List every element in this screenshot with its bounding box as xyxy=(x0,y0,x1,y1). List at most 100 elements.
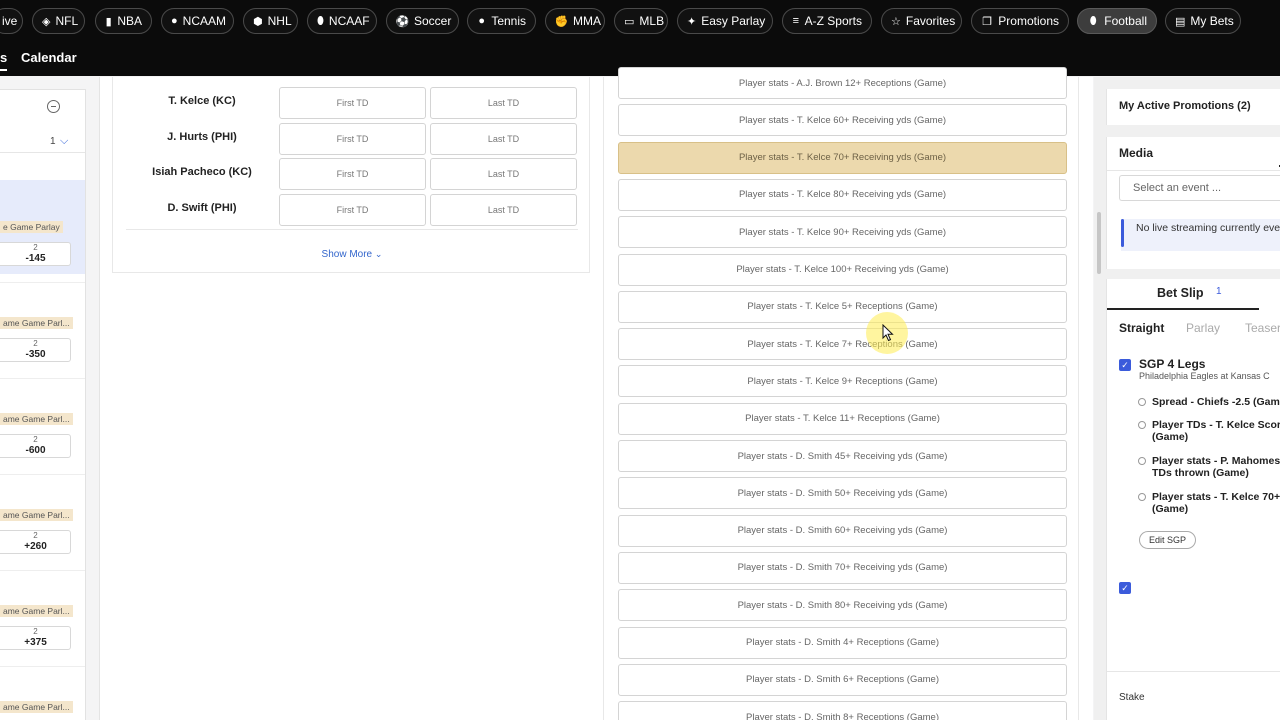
odds-button[interactable]: 2 -350 xyxy=(0,338,71,362)
nav-pill-easy-parlay[interactable]: ✦ Easy Parlay xyxy=(677,8,773,34)
nav-pill-label: Promotions xyxy=(998,14,1059,28)
last-td-button[interactable]: Last TD xyxy=(430,122,577,155)
last-td-button[interactable]: Last TD xyxy=(430,158,577,190)
sgp-matchup: Philadelphia Eagles at Kansas C xyxy=(1139,371,1270,381)
active-promotions-card[interactable]: My Active Promotions (2) xyxy=(1106,89,1280,125)
odds-button[interactable]: 2 -600 xyxy=(0,434,71,458)
nav-pill-label: MMA xyxy=(573,14,601,28)
player-stat-market-button[interactable]: Player stats - T. Kelce 11+ Receptions (… xyxy=(618,402,1067,435)
last-td-button[interactable]: Last TD xyxy=(430,193,577,226)
player-stat-market-button[interactable]: Player stats - T. Kelce 100+ Receiving y… xyxy=(618,253,1067,286)
odds-button[interactable]: 2 +375 xyxy=(0,626,71,650)
nav-pill-label: NBA xyxy=(117,14,142,28)
td-scorer-row: D. Swift (PHI) First TD Last TD xyxy=(113,193,591,228)
divider xyxy=(0,570,85,571)
player-stat-market-button[interactable]: Player stats - T. Kelce 7+ Receptions (G… xyxy=(618,328,1067,361)
first-td-button[interactable]: First TD xyxy=(279,87,426,119)
same-game-parlay-tag: ame Game Parl... xyxy=(0,701,73,713)
td-scorer-row: J. Hurts (PHI) First TD Last TD xyxy=(113,122,591,157)
tab-teaser[interactable]: Teaser xyxy=(1245,321,1280,335)
nav-pill-label: ive xyxy=(2,14,18,28)
tab-parlay[interactable]: Parlay xyxy=(1186,321,1220,335)
nav-pill-ive[interactable]: ive xyxy=(0,8,23,34)
same-game-parlay-tag: e Game Parlay xyxy=(0,221,63,233)
streaming-info-banner: No live streaming currently event. xyxy=(1121,219,1280,251)
player-stat-market-button[interactable]: Player stats - D. Smith 4+ Receptions (G… xyxy=(618,626,1067,659)
divider xyxy=(0,474,85,475)
info-accent-bar xyxy=(1121,219,1124,247)
same-game-parlay-tag: ame Game Parl... xyxy=(0,605,73,617)
last-td-button[interactable]: Last TD xyxy=(430,87,577,119)
nav-pill-label: NFL xyxy=(55,14,79,28)
divider xyxy=(0,282,85,283)
show-more-label: Show More xyxy=(321,249,373,260)
player-stat-market-button[interactable]: Player stats - A.J. Brown 12+ Receptions… xyxy=(618,67,1067,99)
tab-straight[interactable]: Straight xyxy=(1119,321,1164,335)
same-game-parlay-tag: ame Game Parl... xyxy=(0,317,73,329)
odds-button[interactable]: 2 -145 xyxy=(0,242,71,266)
scrollbar-thumb[interactable] xyxy=(1097,212,1101,274)
first-td-button[interactable]: First TD xyxy=(279,122,426,155)
chevron-down-icon[interactable]: ⌵ xyxy=(60,135,68,148)
divider xyxy=(126,229,578,230)
player-name: T. Kelce (KC) xyxy=(168,95,236,107)
basketball-icon: ● xyxy=(171,15,178,27)
player-stat-market-button[interactable]: Player stats - T. Kelce 70+ Receiving yd… xyxy=(618,141,1067,174)
sgp-leg: Player stats - T. Kelce 70+ (Game) xyxy=(1152,491,1280,515)
nav-pill-nfl[interactable]: ◈ NFL xyxy=(32,8,85,34)
odds-value: -145 xyxy=(25,253,46,264)
first-td-button[interactable]: First TD xyxy=(279,193,426,226)
media-card: Media Select an event ... No live stream… xyxy=(1106,137,1280,269)
edit-sgp-button[interactable]: Edit SGP xyxy=(1139,531,1196,549)
select-all-checkbox[interactable]: ✓ xyxy=(1119,582,1131,594)
player-stat-market-button[interactable]: Player stats - T. Kelce 60+ Receiving yd… xyxy=(618,104,1067,137)
chevron-down-icon: ⌄ xyxy=(374,249,383,259)
player-name: J. Hurts (PHI) xyxy=(167,130,237,143)
subnav-tab-calendar[interactable]: Calendar xyxy=(21,50,77,65)
player-stat-market-button[interactable]: Player stats - T. Kelce 5+ Receptions (G… xyxy=(618,290,1067,323)
player-stat-market-button[interactable]: Player stats - T. Kelce 9+ Receptions (G… xyxy=(618,365,1067,398)
leg-bullet-icon xyxy=(1138,398,1146,406)
first-td-button[interactable]: First TD xyxy=(279,158,426,190)
nav-pill-ncaam[interactable]: ● NCAAM xyxy=(161,8,234,34)
player-stat-market-button[interactable]: Player stats - D. Smith 70+ Receiving yd… xyxy=(618,551,1067,584)
show-more-link[interactable]: Show More ⌄ xyxy=(113,249,591,260)
nav-pill-mlb[interactable]: ▭ MLB xyxy=(614,8,668,34)
nav-pill-ncaaf[interactable]: ⬮ NCAAF xyxy=(307,8,377,34)
player-stat-market-button[interactable]: Player stats - D. Smith 60+ Receiving yd… xyxy=(618,514,1067,547)
nav-pill-a-z-sports[interactable]: ≡ A-Z Sports xyxy=(782,8,872,34)
player-stat-market-button[interactable]: Player stats - T. Kelce 90+ Receiving yd… xyxy=(618,216,1067,249)
nav-pill-label: Favorites xyxy=(905,14,956,28)
column-divider xyxy=(1078,77,1079,720)
player-name: D. Swift (PHI) xyxy=(167,201,237,214)
collapse-icon[interactable] xyxy=(47,100,60,113)
player-stat-market-button[interactable]: Player stats - D. Smith 45+ Receiving yd… xyxy=(618,440,1067,472)
nav-pill-label: NCAAM xyxy=(182,14,226,28)
player-stat-market-button[interactable]: Player stats - D. Smith 80+ Receiving yd… xyxy=(618,589,1067,622)
bet-slip-title[interactable]: Bet Slip xyxy=(1157,286,1204,300)
nav-pill-football[interactable]: ⬮ Football xyxy=(1077,8,1157,34)
nav-pill-promotions[interactable]: ❐ Promotions xyxy=(971,8,1069,34)
nav-pill-soccer[interactable]: ⚽ Soccer xyxy=(386,8,459,34)
nav-pill-my-bets[interactable]: ▤ My Bets xyxy=(1165,8,1241,34)
same-game-parlay-tag: ame Game Parl... xyxy=(0,413,73,425)
nav-pill-favorites[interactable]: ☆ Favorites xyxy=(881,8,962,34)
streaming-info-text: No live streaming currently event. xyxy=(1136,222,1280,234)
event-select[interactable]: Select an event ... xyxy=(1119,175,1280,201)
nav-pill-label: MLB xyxy=(639,14,665,28)
sgp-checkbox[interactable]: ✓ xyxy=(1119,359,1131,371)
player-stat-market-button[interactable]: Player stats - D. Smith 8+ Receptions (G… xyxy=(618,701,1067,720)
nav-pill-tennis[interactable]: ● Tennis xyxy=(467,8,536,34)
nav-pill-nhl[interactable]: ⬢ NHL xyxy=(243,8,298,34)
menu-icon: ≡ xyxy=(792,15,800,27)
odds-button[interactable]: 2 +260 xyxy=(0,530,71,554)
sgp-leg: Player stats - P. Mahomes TDs thrown (Ga… xyxy=(1152,455,1280,479)
nav-pill-mma[interactable]: ✊ MMA xyxy=(545,8,605,34)
player-stat-market-button[interactable]: Player stats - D. Smith 50+ Receiving yd… xyxy=(618,477,1067,510)
nav-pill-nba[interactable]: ▮ NBA xyxy=(95,8,152,34)
subnav-tab-active[interactable]: s xyxy=(0,50,8,71)
player-stat-market-button[interactable]: Player stats - T. Kelce 80+ Receiving yd… xyxy=(618,178,1067,211)
nav-pill-label: Soccer xyxy=(414,14,452,28)
player-stat-market-button[interactable]: Player stats - D. Smith 6+ Receptions (G… xyxy=(618,663,1067,696)
td-scorer-row: Isiah Pacheco (KC) First TD Last TD xyxy=(113,158,591,192)
